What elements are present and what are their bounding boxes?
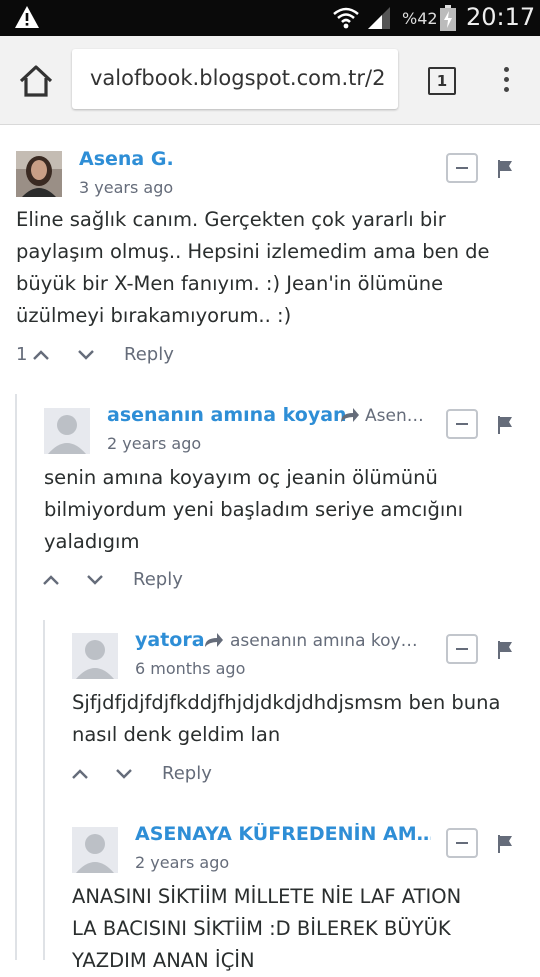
collapse-button[interactable] <box>446 409 478 439</box>
comment-body: senin amına koyayım oç jeanin ölümünü bi… <box>44 466 464 553</box>
battery-charging-icon <box>440 5 456 31</box>
collapse-button[interactable] <box>446 634 478 664</box>
thread-line <box>15 394 17 960</box>
upvote-icon[interactable] <box>33 350 49 360</box>
reply-to-link[interactable]: asenanın amına koy… <box>230 631 418 651</box>
avatar[interactable] <box>72 827 118 873</box>
comment-body: Sjfjdfjdjfdjfkddjfhjdjdkdjdhdjsmsm ben b… <box>72 691 501 746</box>
upvote-icon[interactable] <box>43 575 59 585</box>
collapse-button[interactable] <box>446 153 478 183</box>
reply-arrow-icon <box>341 408 359 422</box>
flag-icon[interactable] <box>498 835 512 853</box>
thread-line <box>43 620 45 960</box>
comment-author[interactable]: ASENAYA KÜFREDENİN AM… <box>135 823 431 845</box>
overflow-menu-icon[interactable] <box>496 64 516 96</box>
tab-switcher-button[interactable]: 1 <box>428 67 456 95</box>
flag-icon[interactable] <box>498 416 512 434</box>
browser-toolbar: valofbook.blogspot.com.tr/2 1 <box>0 36 540 125</box>
warning-icon <box>15 6 39 28</box>
comment-time[interactable]: 2 years ago <box>135 853 229 872</box>
comment-time[interactable]: 6 months ago <box>135 659 245 678</box>
collapse-button[interactable] <box>446 828 478 858</box>
wifi-icon <box>333 7 359 29</box>
comment-author[interactable]: yatora <box>135 629 205 651</box>
avatar[interactable] <box>72 633 118 679</box>
reply-arrow-icon <box>205 633 223 647</box>
avatar[interactable] <box>16 151 62 197</box>
url-bar[interactable]: valofbook.blogspot.com.tr/2 <box>72 49 398 109</box>
flag-icon[interactable] <box>498 160 512 178</box>
reply-button[interactable]: Reply <box>162 763 212 784</box>
signal-icon <box>368 7 390 29</box>
reply-to-link[interactable]: Asen… <box>365 406 424 426</box>
battery-percent: %42 <box>402 9 438 28</box>
home-icon[interactable] <box>18 64 54 98</box>
comment-body: Eline sağlık canım. Gerçekten çok yararl… <box>16 208 490 327</box>
reply-button[interactable]: Reply <box>133 569 183 590</box>
comment-author[interactable]: Asena G. <box>79 148 174 170</box>
comment-author[interactable]: asenanın amına koyan <box>107 404 347 426</box>
url-text: valofbook.blogspot.com.tr/2 <box>90 66 386 90</box>
avatar[interactable] <box>44 408 90 454</box>
downvote-icon[interactable] <box>87 575 103 585</box>
downvote-icon[interactable] <box>116 769 132 779</box>
comment-body: ANASINI SİKTİİM MİLLETE NİE LAF ATION LA… <box>72 885 462 972</box>
flag-icon[interactable] <box>498 641 512 659</box>
comment-time[interactable]: 2 years ago <box>107 434 201 453</box>
vote-count: 1 <box>16 344 28 365</box>
reply-button[interactable]: Reply <box>124 344 174 365</box>
status-bar: %42 20:17 <box>0 0 540 36</box>
downvote-icon[interactable] <box>78 350 94 360</box>
clock: 20:17 <box>466 3 536 31</box>
comment-time[interactable]: 3 years ago <box>79 178 173 197</box>
upvote-icon[interactable] <box>72 769 88 779</box>
